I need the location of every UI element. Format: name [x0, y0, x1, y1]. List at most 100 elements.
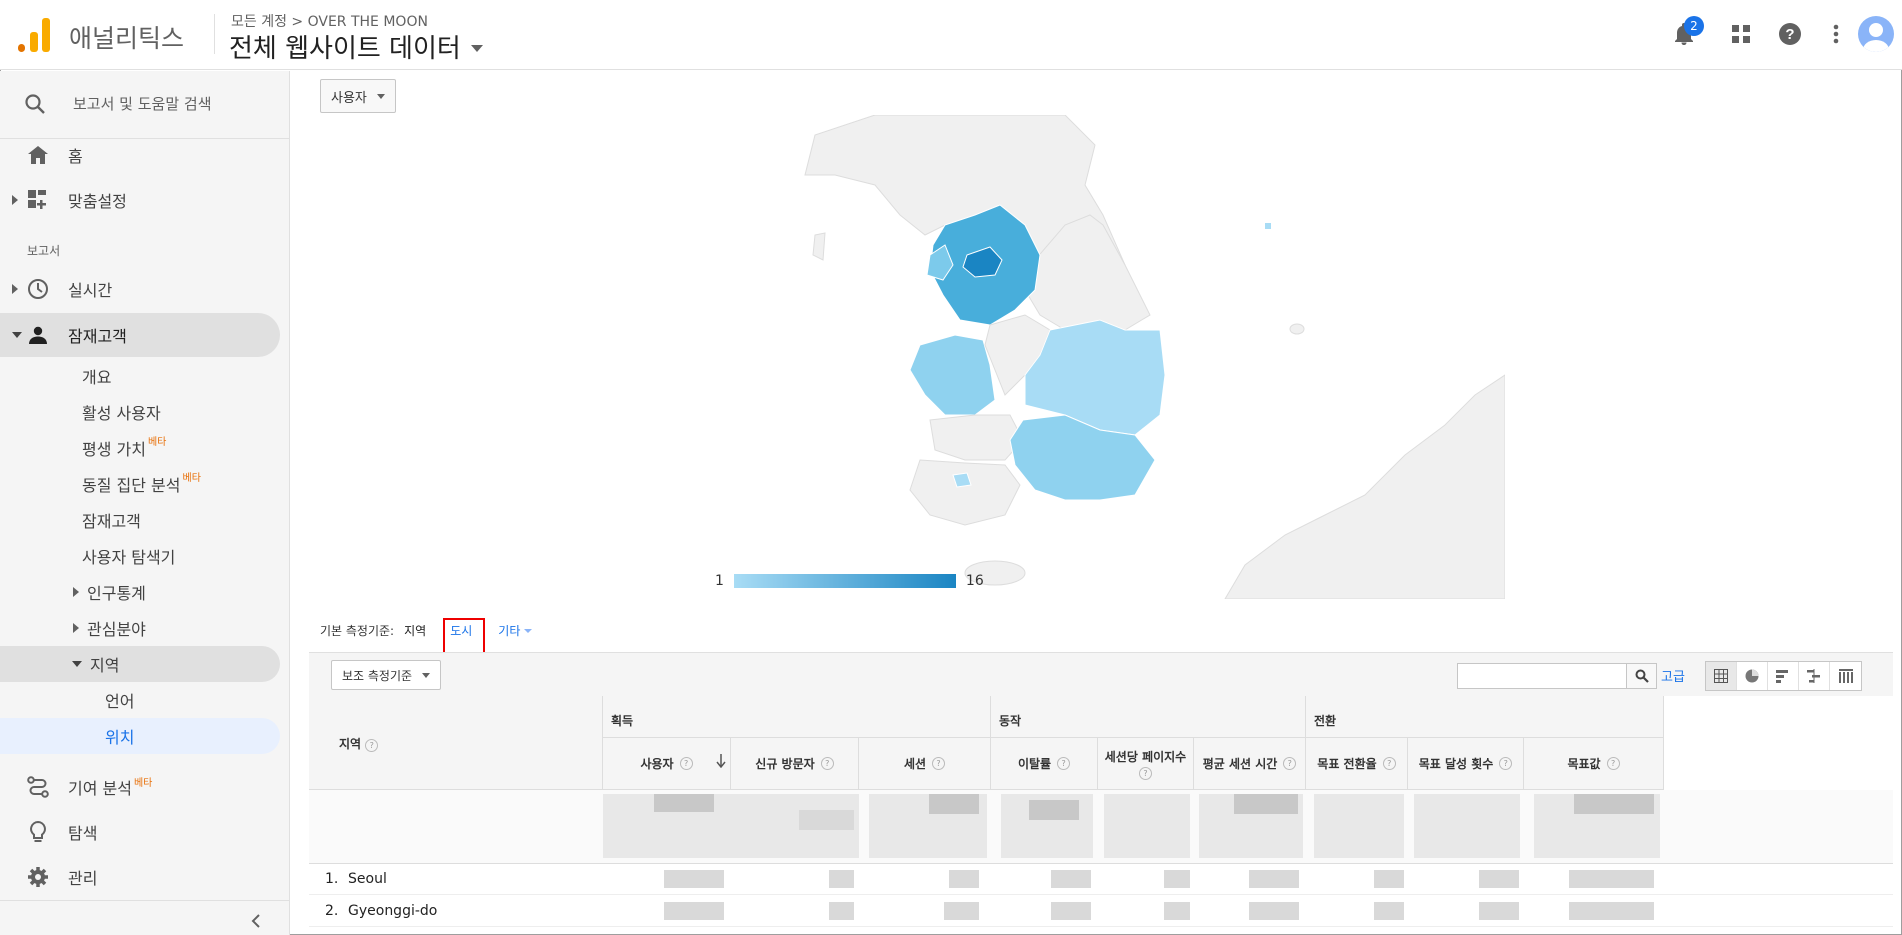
view-table-button[interactable]	[1706, 662, 1737, 690]
redacted-value	[1164, 902, 1190, 920]
person-icon	[1863, 23, 1889, 52]
redacted-value	[1569, 902, 1654, 920]
apps-grid-icon	[1732, 25, 1750, 43]
nav-language[interactable]: 언어	[105, 682, 134, 718]
map-metric-selector[interactable]: 사용자	[320, 79, 396, 113]
nav-realtime[interactable]: 실시간	[0, 267, 280, 311]
lightbulb-icon	[27, 821, 49, 843]
view-switcher	[1705, 661, 1862, 691]
help-tooltip-icon[interactable]: ?	[1606, 757, 1620, 770]
primary-dimension-label: 기본 측정기준:	[320, 624, 395, 638]
help-tooltip-icon[interactable]: ?	[1499, 757, 1513, 770]
nav-cohort-analysis[interactable]: 동질 집단 분석 베타	[82, 466, 201, 502]
view-comparison-button[interactable]	[1799, 662, 1830, 690]
nav-admin[interactable]: 관리	[0, 855, 280, 899]
row-region-link[interactable]: Gyeonggi-do	[348, 903, 437, 919]
dimension-region: 지역	[404, 624, 427, 638]
nav-user-explorer[interactable]: 사용자 탐색기	[82, 538, 175, 574]
column-header-sessions[interactable]: 세션?	[859, 738, 991, 790]
view-pie-button[interactable]	[1737, 662, 1768, 690]
table-search-input[interactable]	[1457, 663, 1657, 689]
svg-text:?: ?	[1785, 26, 1794, 43]
column-header-new-users[interactable]: 신규 방문자?	[731, 738, 859, 790]
column-header-pages-per-session[interactable]: 세션당 페이지수?	[1098, 738, 1194, 790]
collapse-sidebar-icon[interactable]	[250, 913, 262, 929]
attribution-icon	[27, 776, 49, 798]
chevron-down-icon	[470, 45, 483, 52]
redacted-total	[1414, 794, 1520, 858]
help-tooltip-icon[interactable]: ?	[820, 757, 834, 770]
column-header-bounce-rate[interactable]: 이탈률?	[991, 738, 1098, 790]
help-tooltip-icon[interactable]: ?	[1382, 757, 1396, 770]
property-title: 전체 웹사이트 데이터	[229, 34, 461, 64]
more-options-button[interactable]	[1820, 18, 1852, 50]
redacted-value	[1374, 902, 1404, 920]
dimension-other-dropdown[interactable]: 기타	[498, 622, 533, 639]
column-header-avg-session-duration[interactable]: 평균 세션 시간?	[1194, 738, 1306, 790]
column-header-region[interactable]: 지역 ?	[309, 696, 603, 790]
help-button[interactable]: ?	[1774, 18, 1806, 50]
search-icon	[1635, 669, 1649, 683]
report-main: 사용자 1 16 기본 측정기준: 지역 도시 기타 보조 측정기준 고급 지역…	[309, 71, 1899, 935]
help-tooltip-icon[interactable]: ?	[932, 757, 946, 770]
column-header-goal-value[interactable]: 목표값?	[1524, 738, 1664, 790]
highlight-annotation	[443, 618, 485, 656]
advanced-filter-link[interactable]: 고급	[1661, 666, 1685, 685]
nav-active-users[interactable]: 활성 사용자	[82, 394, 161, 430]
nav-geo[interactable]: 지역	[0, 646, 280, 682]
nav-attribution[interactable]: 기여 분석 베타	[0, 765, 280, 809]
geo-map[interactable]	[705, 115, 1505, 599]
help-tooltip-icon[interactable]: ?	[679, 757, 693, 770]
column-header-users-label: 사용자	[640, 757, 674, 771]
help-tooltip-icon[interactable]: ?	[1283, 757, 1297, 770]
column-header-bounce-rate-label: 이탈률	[1017, 757, 1052, 771]
comparison-icon	[1807, 669, 1820, 683]
row-index: 2.	[325, 903, 339, 919]
bar-chart-icon	[1776, 670, 1788, 683]
table-search-button[interactable]	[1626, 664, 1656, 688]
nav-overview[interactable]: 개요	[82, 358, 111, 394]
column-header-goal-value-label: 목표값	[1567, 757, 1601, 771]
column-header-goal-completions[interactable]: 목표 달성 횟수?	[1408, 738, 1524, 790]
account-avatar[interactable]	[1858, 16, 1894, 52]
column-header-goal-completions-label: 목표 달성 횟수	[1418, 757, 1494, 771]
sidebar-search[interactable]: 보고서 및 도움말 검색	[0, 71, 289, 137]
view-pivot-button[interactable]	[1830, 662, 1861, 690]
notifications-button[interactable]: 2	[1668, 16, 1704, 50]
beta-badge: 베타	[147, 436, 167, 448]
nav-demographics[interactable]: 인구통계	[73, 574, 146, 610]
column-header-users[interactable]: 사용자?	[603, 738, 731, 790]
column-header-goal-conversion-rate[interactable]: 목표 전환율?	[1306, 738, 1408, 790]
row-region-link[interactable]: Seoul	[348, 871, 387, 887]
property-selector[interactable]: 전체 웹사이트 데이터	[229, 28, 483, 65]
nav-location[interactable]: 위치	[0, 718, 280, 754]
chevron-down-icon	[422, 673, 431, 678]
pie-chart-icon	[1745, 669, 1759, 683]
nav-lifetime-value[interactable]: 평생 가치 베타	[82, 430, 166, 466]
nav-audience[interactable]: 잠재고객	[0, 313, 280, 357]
redacted-value	[1479, 902, 1519, 920]
apps-button[interactable]	[1725, 18, 1757, 50]
map-region-island	[1289, 323, 1305, 335]
help-tooltip-icon[interactable]: ?	[1139, 766, 1152, 780]
nav-home[interactable]: 홈	[0, 133, 280, 177]
nav-interests[interactable]: 관심분야	[73, 610, 146, 646]
help-tooltip-icon[interactable]: ?	[365, 739, 379, 752]
table-row[interactable]: 1. Seoul	[309, 864, 1893, 895]
column-header-new-users-label: 신규 방문자	[755, 757, 815, 771]
nav-interests-label: 관심분야	[87, 620, 146, 639]
nav-discover[interactable]: 탐색	[0, 810, 280, 854]
app-name: 애널리틱스	[69, 24, 185, 53]
secondary-dimension-label: 보조 측정기준	[342, 668, 413, 683]
help-tooltip-icon[interactable]: ?	[1057, 757, 1071, 770]
expand-arrow-icon	[73, 587, 79, 597]
beta-badge: 베타	[133, 778, 153, 789]
nav-audiences[interactable]: 잠재고객	[82, 502, 141, 538]
nav-customization[interactable]: 맞춤설정	[0, 178, 280, 222]
view-performance-button[interactable]	[1768, 662, 1799, 690]
home-icon	[27, 144, 49, 166]
clock-icon	[27, 278, 49, 300]
table-row[interactable]: 2. Gyeonggi-do	[309, 896, 1893, 927]
secondary-dimension-dropdown[interactable]: 보조 측정기준	[331, 660, 442, 690]
beta-badge: 베타	[182, 472, 201, 484]
